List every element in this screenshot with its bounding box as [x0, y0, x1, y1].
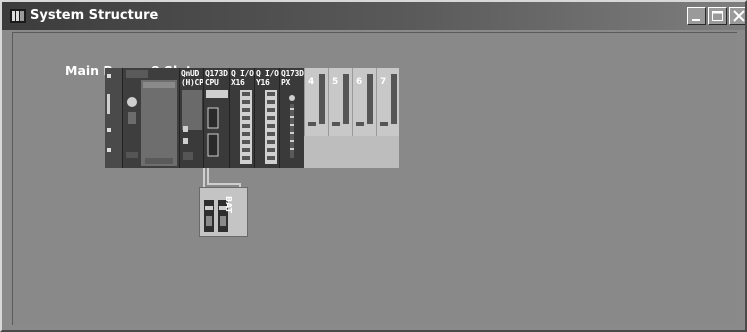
module-io-y16[interactable]: Q I/O Y16	[254, 68, 279, 168]
maximize-button[interactable]	[708, 7, 727, 25]
slot-6-graphic	[356, 74, 373, 126]
close-button[interactable]	[729, 7, 745, 25]
qnud-cpu-graphic	[182, 90, 202, 160]
module-q173d-cpu[interactable]: Q173D CPU	[203, 68, 229, 168]
app-icon	[10, 9, 26, 23]
slot-5-graphic	[332, 74, 349, 126]
power-supply-module[interactable]	[105, 68, 123, 168]
power-supply-graphic	[107, 74, 111, 152]
window-title: System Structure	[30, 8, 159, 23]
empty-slot-4[interactable]: 4	[304, 68, 328, 136]
q173d-px-graphic	[289, 95, 295, 158]
cpu-base-module[interactable]	[123, 68, 179, 168]
battery-unit[interactable]: BAT	[199, 187, 248, 237]
module-q173d-px[interactable]: Q173D PX	[279, 68, 304, 168]
module-io-x16[interactable]: Q I/O X16	[229, 68, 254, 168]
maximize-icon	[712, 11, 723, 21]
module-qnud-cpu[interactable]: QnUD (H)CPU	[179, 68, 208, 168]
io-x16-terminal-graphic	[240, 90, 252, 164]
empty-slot-5[interactable]: 5	[328, 68, 352, 136]
minimize-icon	[692, 19, 700, 21]
slot-4-graphic	[308, 74, 325, 126]
io-y16-terminal-graphic	[265, 90, 277, 164]
slot-7-graphic	[380, 74, 397, 126]
main-base-rack: QnUD (H)CPU Q173D CPU Q I/O X16 Q I/O Y1…	[105, 68, 399, 168]
title-bar[interactable]: System Structure	[2, 2, 745, 30]
empty-slot-6[interactable]: 6	[352, 68, 376, 136]
close-icon	[733, 10, 745, 22]
battery-label: BAT	[224, 196, 233, 214]
system-structure-window: System Structure Main Base : 8 Slots	[0, 0, 747, 332]
q173d-cpu-graphic	[206, 90, 228, 157]
cpu-base-graphic	[126, 70, 177, 166]
minimize-button[interactable]	[687, 7, 706, 25]
empty-slot-7[interactable]: 7	[376, 68, 399, 136]
